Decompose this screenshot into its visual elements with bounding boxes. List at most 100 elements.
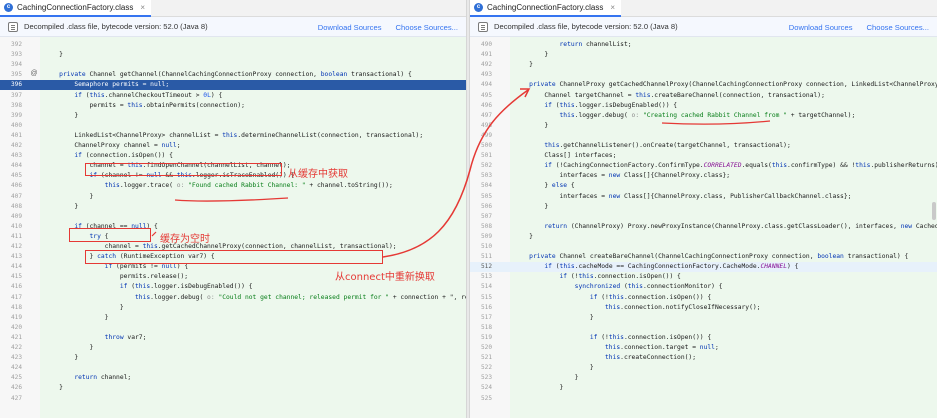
line-number: 515	[480, 293, 492, 301]
code-line[interactable]: 503 interfaces = new Class[]{ChannelProx…	[470, 171, 937, 181]
line-number: 493	[480, 71, 492, 79]
code-line[interactable]: 399 }	[0, 111, 466, 121]
code-line[interactable]: 402 ChannelProxy channel = null;	[0, 141, 466, 151]
code-text: }	[44, 344, 94, 351]
code-line[interactable]: 401 LinkedList<ChannelProxy> channelList…	[0, 131, 466, 141]
code-line[interactable]: 506 }	[470, 202, 937, 212]
line-number: 503	[480, 172, 492, 180]
code-line[interactable]: 411 try {	[0, 232, 466, 242]
scrollbar-thumb[interactable]	[932, 202, 936, 220]
code-line[interactable]: 501 Class[] interfaces;	[470, 151, 937, 161]
code-line[interactable]: 519 if (!this.connection.isOpen()) {	[470, 333, 937, 343]
code-text: Semaphore permits = null;	[44, 81, 170, 89]
code-text: }	[44, 313, 109, 321]
code-line[interactable]: 511 private Channel createBareChannel(Ch…	[470, 252, 937, 262]
code-line[interactable]: 509 }	[470, 232, 937, 242]
code-line[interactable]: 496 if (this.logger.isDebugEnabled()) {	[470, 101, 937, 111]
code-line[interactable]: 522 }	[470, 363, 937, 373]
code-line[interactable]: 513 if (!this.connection.isOpen()) {	[470, 272, 937, 282]
code-line[interactable]: 504 } else {	[470, 181, 937, 191]
line-number: 509	[480, 232, 492, 240]
code-line[interactable]: 404 channel = this.findOpenChannel(chann…	[0, 161, 466, 171]
code-line[interactable]: 510	[470, 242, 937, 252]
code-editor[interactable]: 392 393 } 394 395 private Channel getChanne…	[0, 37, 466, 418]
code-text: private ChannelProxy getCachedChannelPro…	[529, 81, 937, 89]
code-line[interactable]: 419 }	[0, 313, 466, 323]
code-line[interactable]: 517 }	[470, 313, 937, 323]
line-number: 418	[10, 303, 22, 311]
choose-sources-link[interactable]: Choose Sources...	[867, 23, 929, 32]
code-line[interactable]: 512 if (this.cacheMode == CachingConnect…	[470, 262, 937, 273]
editor-tab[interactable]: c CachingConnectionFactory.class ×	[470, 0, 622, 17]
code-line[interactable]: 494 private ChannelProxy getCachedChanne…	[470, 80, 937, 90]
code-line[interactable]: 397 if (this.channelCheckoutTimeout > 0L…	[0, 91, 466, 101]
close-icon[interactable]: ×	[610, 3, 615, 12]
code-line[interactable]: 492 }	[470, 60, 937, 70]
code-line[interactable]: 413 } catch (RuntimeException var7) {	[0, 252, 466, 262]
code-line[interactable]: 502 if (!CachingConnectionFactory.Confir…	[470, 161, 937, 171]
code-text: permits = this.obtainPermits(connection)…	[44, 101, 245, 109]
choose-sources-link[interactable]: Choose Sources...	[396, 23, 458, 32]
vertical-scrollbar[interactable]	[931, 37, 937, 418]
code-line[interactable]: 416 if (this.logger.isDebugEnabled()) {	[0, 282, 466, 292]
code-line[interactable]: 392	[0, 40, 466, 50]
code-line[interactable]: 493	[470, 70, 937, 80]
close-icon[interactable]: ×	[140, 3, 145, 12]
code-line[interactable]: 523 }	[470, 373, 937, 383]
code-line[interactable]: 407 }	[0, 192, 466, 202]
code-line[interactable]: 420	[0, 323, 466, 333]
code-line[interactable]: 495 Channel targetChannel = this.createB…	[470, 91, 937, 101]
code-line[interactable]: 525	[470, 394, 937, 404]
code-line[interactable]: 498 }	[470, 121, 937, 131]
line-number: 400	[10, 121, 22, 129]
code-line[interactable]: 412 channel = this.getCachedChannelProxy…	[0, 242, 466, 252]
code-line[interactable]: 394	[0, 60, 466, 70]
download-sources-link[interactable]: Download Sources	[318, 23, 382, 32]
code-line[interactable]: 521 this.createConnection();	[470, 353, 937, 363]
code-line[interactable]: 393 }	[0, 50, 466, 60]
code-line[interactable]: 405 if (channel != null && this.logger.i…	[0, 171, 466, 181]
code-line[interactable]: 508 return (ChannelProxy) Proxy.newProxy…	[470, 222, 937, 232]
method-marker-icon[interactable]: @	[30, 70, 38, 78]
code-line[interactable]: 500 this.getChannelListener().onCreate(t…	[470, 141, 937, 151]
line-number: 522	[480, 364, 492, 372]
code-line[interactable]: 423 }	[0, 353, 466, 363]
code-line[interactable]: 424	[0, 363, 466, 373]
code-line[interactable]: 491 }	[470, 50, 937, 60]
code-line[interactable]: 396 Semaphore permits = null;	[0, 80, 466, 91]
code-line[interactable]: 422 }	[0, 343, 466, 353]
editor-tab[interactable]: c CachingConnectionFactory.class ×	[0, 0, 152, 17]
code-line[interactable]: 426 }	[0, 383, 466, 393]
code-line[interactable]: 499	[470, 131, 937, 141]
line-number: 396	[10, 81, 22, 89]
code-line[interactable]: 400	[0, 121, 466, 131]
code-line[interactable]: 505 interfaces = new Class[]{ChannelProx…	[470, 192, 937, 202]
code-line[interactable]: 516 this.connection.notifyCloseIfNecessa…	[470, 303, 937, 313]
code-line[interactable]: 408 }	[0, 202, 466, 212]
download-sources-link[interactable]: Download Sources	[789, 23, 853, 32]
code-line[interactable]: 518	[470, 323, 937, 333]
code-line[interactable]: 418 }	[0, 303, 466, 313]
code-line[interactable]: 406 this.logger.trace( o: "Found cached …	[0, 181, 466, 191]
code-line[interactable]: 417 this.logger.debug( o: "Could not get…	[0, 293, 466, 303]
code-line[interactable]: 524 }	[470, 383, 937, 393]
line-number: 510	[480, 243, 492, 250]
code-line[interactable]: 395 private Channel getChannel(ChannelCa…	[0, 70, 466, 80]
code-line[interactable]: 410 if (channel == null) {	[0, 222, 466, 232]
code-line[interactable]: 398 permits = this.obtainPermits(connect…	[0, 101, 466, 111]
code-line[interactable]: 409	[0, 212, 466, 222]
code-line[interactable]: 497 this.logger.debug( o: "Creating cach…	[470, 111, 937, 121]
code-line[interactable]: 520 this.connection.target = null;	[470, 343, 937, 353]
code-line[interactable]: 514 synchronized (this.connectionMonitor…	[470, 282, 937, 292]
code-line[interactable]: 421 throw var7;	[0, 333, 466, 343]
code-line[interactable]: 427	[0, 394, 466, 404]
code-line[interactable]: 490 return channelList;	[470, 40, 937, 50]
code-line[interactable]: 515 if (!this.connection.isOpen()) {	[470, 293, 937, 303]
code-line[interactable]: 403 if (connection.isOpen()) {	[0, 151, 466, 161]
line-number: 518	[480, 323, 492, 331]
code-text: interfaces = new Class[]{ChannelProxy.cl…	[514, 172, 731, 180]
code-line[interactable]: 425 return channel;	[0, 373, 466, 383]
code-text: }	[44, 51, 63, 59]
code-line[interactable]: 507	[470, 212, 937, 222]
code-editor[interactable]: 490 return channelList; 491 } 492 } 493 494 …	[470, 37, 937, 418]
